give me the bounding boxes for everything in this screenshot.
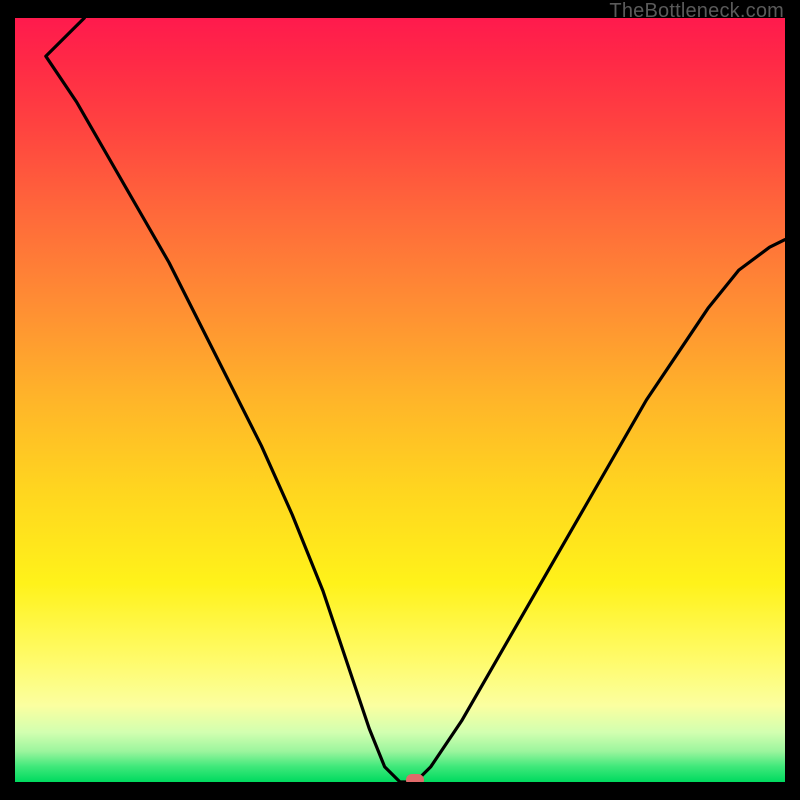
bottleneck-curve [15,18,785,782]
current-config-marker [406,774,424,782]
chart-frame: TheBottleneck.com [0,0,800,800]
plot-area [15,18,785,782]
